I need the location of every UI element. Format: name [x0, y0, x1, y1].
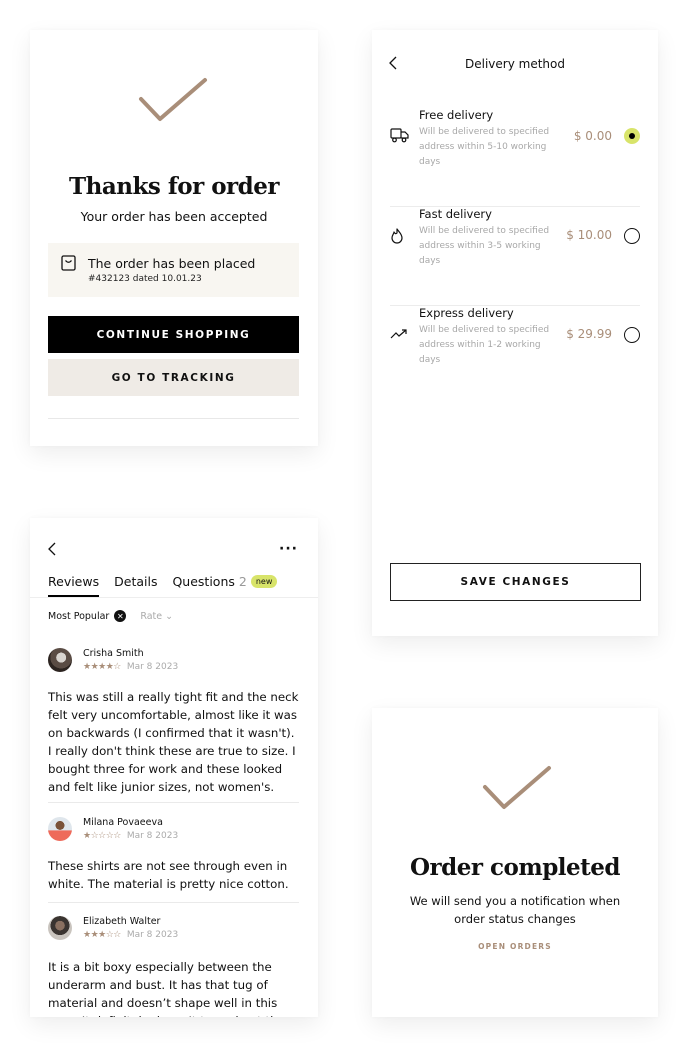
order-completed-card: Order completed We will send you a notif…: [372, 708, 658, 1017]
option-description: Will be delivered to specified address w…: [419, 226, 550, 266]
tab-label: Questions: [172, 574, 235, 589]
more-options-icon[interactable]: ···: [279, 542, 298, 556]
option-description: Will be delivered to specified address w…: [419, 325, 550, 365]
save-changes-button[interactable]: SAVE CHANGES: [390, 563, 641, 601]
tab-reviews[interactable]: Reviews: [48, 574, 100, 597]
order-placed-title: The order has been placed: [88, 256, 256, 271]
option-name: Free delivery: [419, 108, 494, 122]
avatar: [48, 916, 72, 940]
divider: [48, 802, 299, 803]
option-name: Express delivery: [419, 306, 514, 320]
review-text: It is a bit boxy especially between the …: [48, 960, 285, 1017]
order-number-date: #432123 dated 10.01.23: [88, 274, 202, 284]
reviewer-name: Elizabeth Walter: [83, 916, 161, 927]
tab-label: Details: [114, 574, 158, 589]
star-rating: ★★★★☆: [83, 662, 121, 672]
subtitle: We will send you a notification when ord…: [409, 894, 621, 926]
option-price: $ 10.00: [566, 228, 612, 242]
divider: [48, 418, 299, 419]
tab-questions[interactable]: Questions 2 new: [172, 574, 278, 597]
divider: [30, 597, 318, 598]
subtitle: Your order has been accepted: [80, 209, 268, 224]
review-item: Crisha Smith ★★★★☆ Mar 8 2023 This was st…: [48, 648, 299, 803]
review-item: Milana Povaeeva ★☆☆☆☆ Mar 8 2023 These sh…: [48, 817, 299, 903]
filter-chip-most-popular[interactable]: Most Popular: [48, 611, 109, 622]
review-item: Elizabeth Walter ★★★☆☆ Mar 8 2023 It is a…: [48, 916, 299, 1017]
option-name: Fast delivery: [419, 207, 492, 221]
page-title: Delivery method: [465, 57, 565, 71]
checkmark-icon: [483, 766, 551, 809]
review-text: These shirts are not see through even in…: [48, 859, 289, 891]
truck-icon: [390, 128, 409, 143]
avatar: [48, 648, 72, 672]
delivery-option-free[interactable]: Free delivery Will be delivered to speci…: [390, 108, 640, 207]
rate-label: Rate: [140, 610, 163, 622]
rate-dropdown[interactable]: Rate ⌄: [140, 611, 173, 622]
radio-selected[interactable]: [624, 128, 640, 144]
review-date: Mar 8 2023: [126, 831, 179, 841]
star-rating: ★☆☆☆☆: [83, 831, 121, 841]
tab-label: Reviews: [48, 574, 100, 589]
open-orders-link[interactable]: OPEN ORDERS: [372, 942, 658, 951]
review-text: This was still a really tight fit and th…: [48, 690, 299, 794]
reviewer-name: Crisha Smith: [83, 648, 144, 659]
radio-unselected[interactable]: [624, 327, 640, 343]
option-description: Will be delivered to specified address w…: [419, 127, 550, 167]
radio-unselected[interactable]: [624, 228, 640, 244]
avatar: [48, 817, 72, 841]
order-confirmation-card: Thanks for order Your order has been acc…: [30, 30, 318, 446]
continue-shopping-button[interactable]: CONTINUE SHOPPING: [48, 316, 299, 353]
delivery-method-card: Delivery method Free delivery Will be de…: [372, 30, 658, 636]
back-arrow-icon[interactable]: [47, 542, 56, 556]
page-title: Order completed: [410, 854, 620, 881]
delivery-option-express[interactable]: Express delivery Will be delivered to sp…: [390, 306, 640, 405]
trending-up-icon: [390, 329, 407, 339]
divider: [48, 902, 299, 903]
chevron-down-icon: ⌄: [165, 610, 174, 622]
tab-details[interactable]: Details: [114, 574, 157, 597]
reviews-card: ··· Reviews Details Questions 2 new Most …: [30, 518, 318, 1017]
delivery-option-fast[interactable]: Fast delivery Will be delivered to speci…: [390, 207, 640, 306]
review-date: Mar 8 2023: [126, 930, 179, 940]
new-badge: new: [250, 575, 278, 588]
option-price: $ 29.99: [566, 327, 612, 341]
fire-icon: [391, 228, 403, 244]
option-price: $ 0.00: [573, 129, 612, 143]
tab-bar: Reviews Details Questions 2 new: [48, 574, 278, 597]
order-placed-panel: The order has been placed #432123 dated …: [48, 243, 299, 297]
review-date: Mar 8 2023: [126, 662, 179, 672]
checkmark-icon: [139, 78, 207, 121]
shopping-bag-icon: [61, 255, 76, 271]
page-title: Thanks for order: [68, 173, 280, 200]
questions-count: 2: [238, 574, 247, 589]
star-rating: ★★★☆☆: [83, 930, 121, 940]
reviewer-name: Milana Povaeeva: [83, 817, 163, 828]
go-to-tracking-button[interactable]: GO TO TRACKING: [48, 359, 299, 396]
clear-filter-icon[interactable]: ✕: [114, 610, 127, 622]
filter-bar: Most Popular ✕ Rate ⌄: [48, 610, 173, 622]
